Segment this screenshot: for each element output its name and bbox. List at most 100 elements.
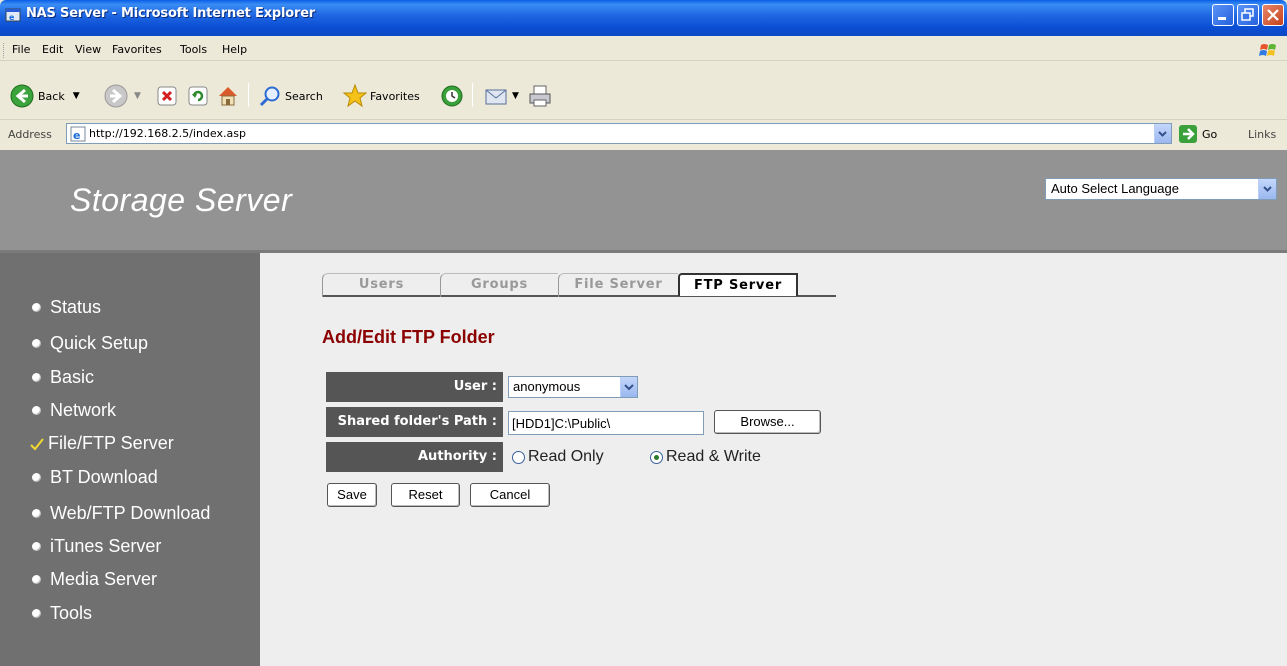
user-dropdown-button[interactable] — [620, 377, 637, 397]
forward-arrow-icon — [104, 84, 128, 108]
sidebar-item-label: Tools — [50, 603, 93, 623]
sidebar-item-file-ftp-server[interactable]: File/FTP Server — [30, 433, 174, 454]
read-only-label: Read Only — [528, 448, 604, 465]
sidebar-item-label: File/FTP Server — [48, 433, 174, 453]
menu-view[interactable]: View — [75, 43, 101, 56]
forward-dropdown-icon[interactable]: ▼ — [134, 91, 141, 101]
back-dropdown-icon[interactable]: ▼ — [73, 91, 80, 101]
sidebar-item-label: Network — [50, 400, 117, 420]
page-title: Add/Edit FTP Folder — [322, 327, 495, 347]
sidebar-item-tools[interactable]: Tools — [32, 603, 92, 624]
print-button[interactable] — [528, 82, 552, 110]
bullet-icon — [32, 542, 41, 551]
minimize-icon — [1218, 17, 1226, 20]
shared-path-input[interactable]: [HDD1]C:\Public\ — [508, 411, 704, 435]
read-write-option[interactable]: Read & Write — [650, 448, 761, 466]
checkmark-icon — [30, 437, 44, 450]
sidebar-item-network[interactable]: Network — [32, 400, 116, 421]
close-icon — [1267, 9, 1279, 21]
menu-favorites[interactable]: Favorites — [112, 43, 162, 56]
home-button[interactable] — [216, 82, 240, 110]
sidebar-item-web-ftp-download[interactable]: Web/FTP Download — [32, 503, 210, 524]
mail-icon — [485, 89, 507, 105]
standard-toolbar: Back ▼ ▼ Search Favorites ▼ — [0, 76, 1287, 120]
minimize-button[interactable] — [1212, 4, 1234, 26]
read-write-radio[interactable] — [650, 450, 663, 464]
print-icon — [529, 85, 551, 107]
cancel-button[interactable]: Cancel — [470, 483, 550, 507]
form-row-authority: Authority : Read Only Read & Write — [326, 442, 886, 472]
sidebar-item-bt-download[interactable]: BT Download — [32, 467, 158, 488]
authority-label: Authority : — [326, 442, 503, 472]
favorites-label: Favorites — [370, 89, 420, 103]
sidebar-item-quick-setup[interactable]: Quick Setup — [32, 333, 148, 354]
menu-file[interactable]: File — [12, 43, 30, 56]
back-label: Back — [38, 89, 65, 103]
bullet-icon — [32, 575, 41, 584]
form-row-user: User : anonymous — [326, 372, 886, 402]
sidebar-item-status[interactable]: Status — [32, 297, 101, 318]
favorites-button[interactable]: Favorites — [342, 82, 420, 110]
bullet-icon — [32, 303, 41, 312]
language-select-value: Auto Select Language — [1051, 181, 1179, 196]
address-url: http://192.168.2.5/index.asp — [89, 127, 246, 140]
sidebar-item-itunes-server[interactable]: iTunes Server — [32, 536, 161, 557]
window-titlebar: e NAS Server - Microsoft Internet Explor… — [0, 0, 1287, 36]
tab-groups[interactable]: Groups — [440, 273, 558, 297]
form-row-path: Shared folder's Path : [HDD1]C:\Public\ … — [326, 407, 886, 437]
close-button[interactable] — [1262, 4, 1284, 26]
history-button[interactable] — [440, 82, 464, 110]
sidebar-item-label: Basic — [50, 367, 95, 387]
read-only-radio[interactable] — [512, 450, 525, 464]
mail-dropdown-icon[interactable]: ▼ — [512, 91, 519, 101]
search-label: Search — [285, 89, 323, 103]
svg-text:e: e — [73, 129, 80, 142]
sidebar-item-basic[interactable]: Basic — [32, 367, 94, 388]
address-bar: Address e http://192.168.2.5/index.asp G… — [0, 120, 1287, 148]
address-dropdown-button[interactable] — [1154, 124, 1171, 143]
refresh-button[interactable] — [187, 82, 209, 110]
bullet-icon — [32, 473, 41, 482]
favorites-star-icon — [342, 83, 368, 108]
sidebar-item-label: Status — [50, 297, 102, 317]
stop-button[interactable] — [156, 82, 178, 110]
address-input[interactable]: e http://192.168.2.5/index.asp — [66, 123, 1172, 144]
reset-button[interactable]: Reset — [391, 483, 460, 507]
tab-file-server[interactable]: File Server — [558, 273, 678, 297]
browse-button[interactable]: Browse... — [714, 410, 821, 434]
menu-tools[interactable]: Tools — [180, 43, 207, 56]
read-only-option[interactable]: Read Only — [512, 448, 604, 466]
tab-bar: Users Groups File Server FTP Server — [322, 273, 836, 297]
back-arrow-icon — [10, 84, 34, 108]
user-select[interactable]: anonymous — [508, 376, 638, 398]
address-label: Address — [8, 128, 52, 141]
maximize-button[interactable] — [1237, 4, 1259, 26]
go-button[interactable]: Go — [1178, 124, 1217, 144]
save-button[interactable]: Save — [327, 483, 377, 507]
mail-button[interactable]: ▼ — [484, 82, 519, 110]
search-button[interactable]: Search — [258, 82, 323, 110]
sidebar-item-media-server[interactable]: Media Server — [32, 569, 157, 590]
back-button[interactable]: Back ▼ — [10, 82, 80, 110]
shared-path-label: Shared folder's Path : — [326, 407, 503, 437]
tab-users[interactable]: Users — [322, 273, 440, 297]
search-icon — [259, 86, 280, 107]
sidebar-item-label: Media Server — [50, 569, 158, 589]
sidebar-nav: Status Quick Setup Basic Network File/FT… — [0, 253, 260, 666]
bullet-icon — [32, 339, 41, 348]
read-write-label: Read & Write — [666, 448, 761, 465]
forward-button[interactable]: ▼ — [104, 82, 141, 110]
language-dropdown-button[interactable] — [1258, 179, 1276, 199]
menu-edit[interactable]: Edit — [42, 43, 63, 56]
chevron-down-icon — [624, 384, 634, 391]
bullet-icon — [32, 609, 41, 618]
links-label[interactable]: Links — [1248, 128, 1276, 141]
menu-help[interactable]: Help — [222, 43, 247, 56]
bullet-icon — [32, 509, 41, 518]
tab-ftp-server[interactable]: FTP Server — [678, 273, 798, 296]
language-select[interactable]: Auto Select Language — [1045, 178, 1277, 200]
home-icon — [219, 87, 237, 106]
chevron-down-icon — [1263, 186, 1272, 192]
window-title: NAS Server - Microsoft Internet Explorer — [26, 6, 316, 21]
go-arrow-icon — [1179, 125, 1197, 143]
